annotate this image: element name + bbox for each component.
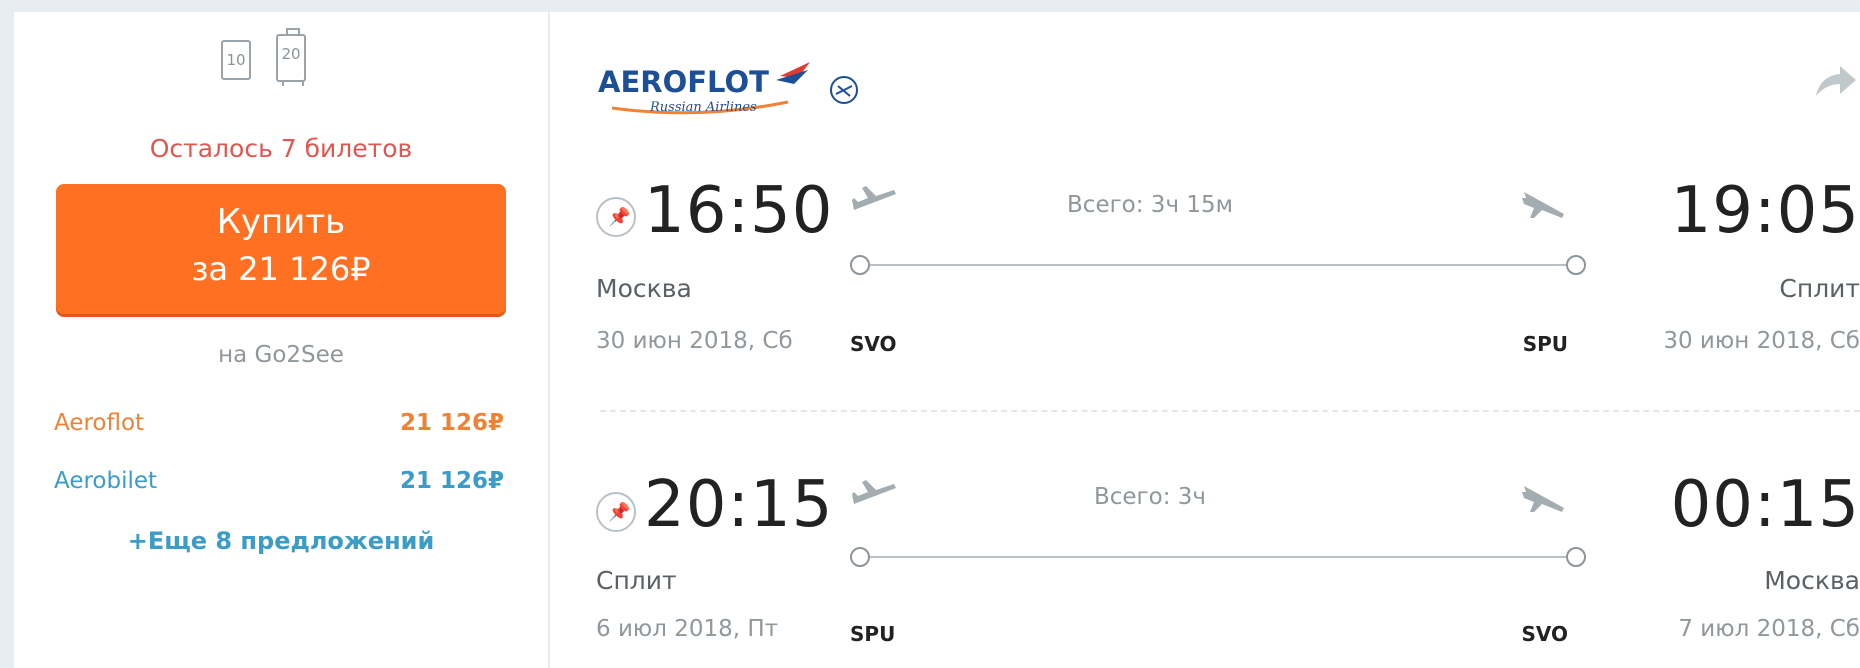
- route-line: [870, 264, 1566, 266]
- departure-city: Москва: [596, 274, 692, 303]
- hand-luggage-weight: 10: [226, 51, 246, 69]
- arrival-time: 19:05: [1670, 174, 1860, 248]
- arrival-city: Москва: [1764, 566, 1860, 595]
- checked-baggage-weight: 20: [281, 45, 301, 63]
- departure-time: 20:15: [644, 468, 834, 542]
- offer-name: Aerobilet: [54, 468, 158, 494]
- arrival-point: [1566, 547, 1586, 567]
- departure-airport-code: SVO: [850, 332, 897, 356]
- route-line: [870, 556, 1566, 558]
- departure-point: [850, 255, 870, 275]
- arrival-date: 30 июн 2018, Сб: [1663, 328, 1860, 354]
- buy-button[interactable]: Купить за 21 126₽: [56, 184, 506, 314]
- departure-city: Сплит: [596, 566, 677, 595]
- aeroflot-logo: AEROFLOT Russian Airlines: [598, 62, 858, 115]
- arrival-airport-code: SVO: [1521, 622, 1568, 646]
- offer-name: Aeroflot: [54, 410, 145, 436]
- tickets-left-text: Осталось 7 билетов: [149, 134, 413, 163]
- hand-luggage-icon: 10: [221, 40, 251, 80]
- legs-divider: [600, 410, 1860, 412]
- airline-logo-name: AEROFLOT: [598, 65, 769, 99]
- departure-point: [850, 547, 870, 567]
- departure-airport-code: SPU: [850, 622, 896, 646]
- offer-price: 21 126₽: [399, 410, 504, 436]
- total-duration: Всего: 3ч 15м: [1067, 192, 1233, 218]
- more-offers-link[interactable]: +Еще 8 предложений: [14, 527, 548, 555]
- arrival-city: Сплит: [1779, 274, 1860, 303]
- flight-details: AEROFLOT Russian Airlines 📌 16:50 Москва…: [550, 12, 1860, 668]
- airline-logo-subtitle: Russian Airlines: [649, 100, 757, 115]
- pin-flight-button[interactable]: 📌: [596, 197, 636, 237]
- offer-price: 21 126₽: [399, 468, 504, 494]
- checked-baggage-icon: 20: [276, 28, 306, 86]
- takeoff-icon: [852, 480, 896, 504]
- pin-flight-button[interactable]: 📌: [596, 492, 636, 532]
- share-icon[interactable]: [1810, 62, 1860, 102]
- landing-icon: [1522, 486, 1564, 512]
- arrival-time: 00:15: [1670, 468, 1860, 542]
- total-duration: Всего: 3ч: [1093, 484, 1206, 510]
- arrival-airport-code: SPU: [1522, 332, 1568, 356]
- ticket-card: 10 20 Осталось 7 билетов Купить за 21 12…: [14, 12, 1860, 668]
- buy-button-label: Купить: [216, 202, 346, 242]
- pin-icon: 📌: [608, 502, 631, 523]
- arrival-point: [1566, 255, 1586, 275]
- seller-name: на Go2See: [218, 342, 344, 368]
- price-panel: 10 20 Осталось 7 билетов Купить за 21 12…: [14, 12, 550, 668]
- landing-icon: [1522, 192, 1564, 218]
- departure-time: 16:50: [644, 174, 834, 248]
- departure-date: 30 июн 2018, Сб: [596, 328, 793, 354]
- takeoff-icon: [852, 186, 896, 210]
- arrival-date: 7 июл 2018, Сб: [1678, 616, 1860, 642]
- buy-button-price: за 21 126₽: [191, 250, 371, 288]
- pin-icon: 📌: [608, 207, 631, 228]
- departure-date: 6 июл 2018, Пт: [596, 616, 779, 642]
